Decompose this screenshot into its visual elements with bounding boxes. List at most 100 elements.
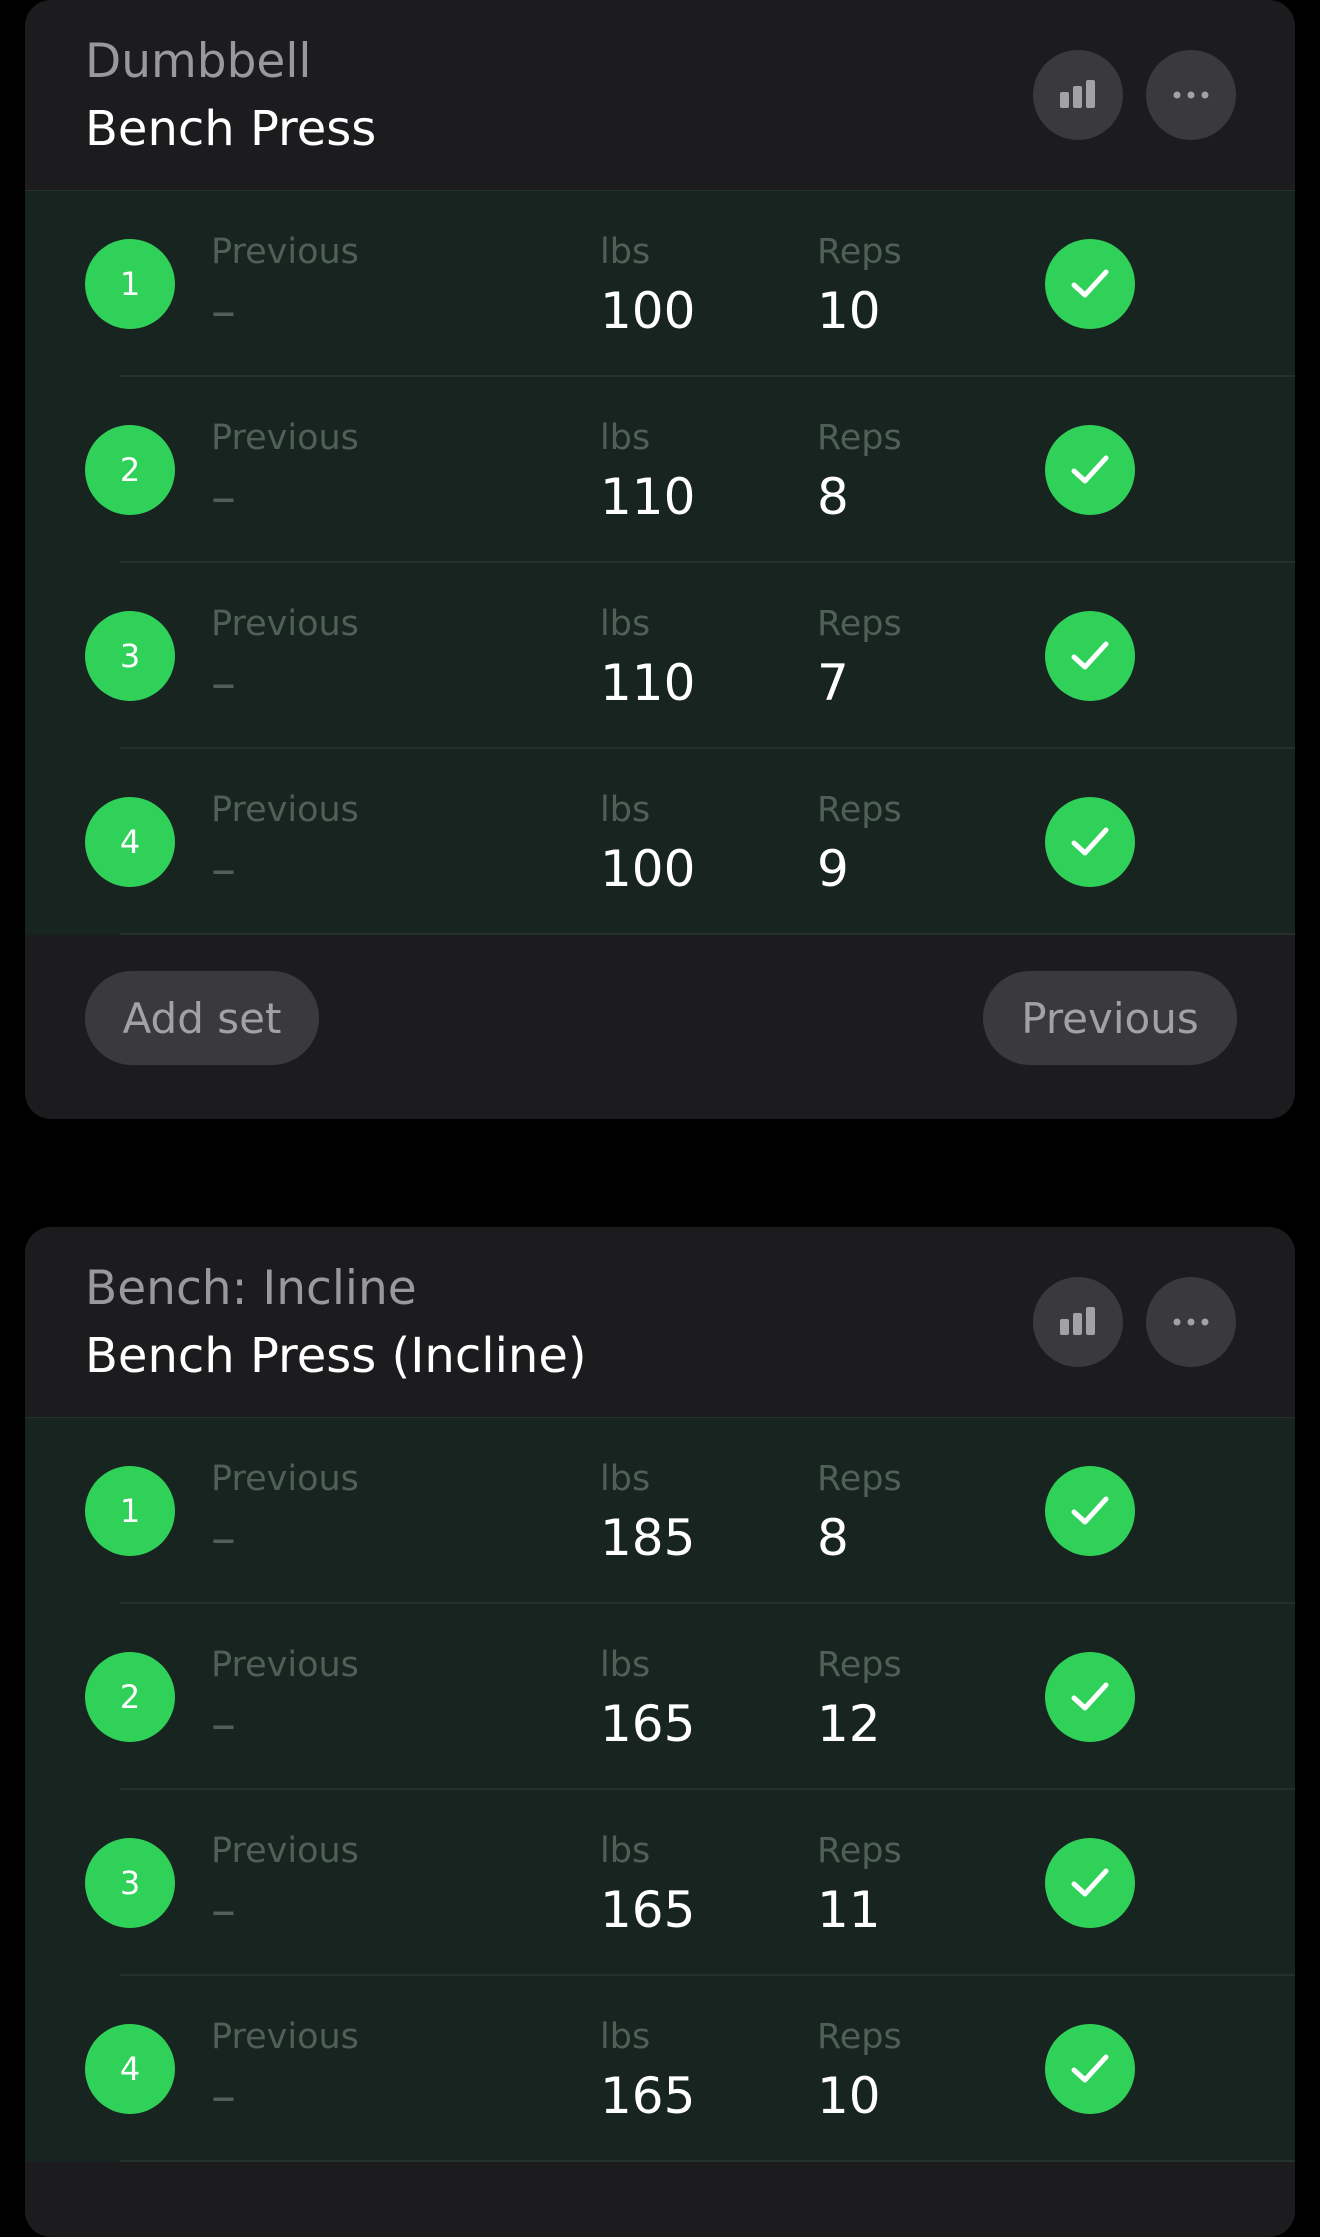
reps-label: Reps xyxy=(817,232,902,272)
previous-label: Previous xyxy=(211,232,359,272)
previous-value[interactable]: – xyxy=(211,1508,236,1568)
previous-label: Previous xyxy=(211,604,359,644)
reps-label: Reps xyxy=(817,418,902,458)
reps-value[interactable]: 12 xyxy=(817,1694,881,1754)
checkmark-icon xyxy=(1071,269,1109,298)
checkmark-icon xyxy=(1071,827,1109,856)
weight-value[interactable]: 165 xyxy=(600,1694,695,1754)
previous-value[interactable]: – xyxy=(211,281,236,341)
reps-label: Reps xyxy=(817,604,902,644)
exercise-category: Dumbbell xyxy=(85,34,312,89)
complete-set-button[interactable] xyxy=(1045,2024,1135,2114)
exercise-header: Bench: Incline Bench Press (Incline) xyxy=(25,1227,1295,1417)
checkmark-icon xyxy=(1071,455,1109,484)
set-number-badge[interactable]: 3 xyxy=(85,611,175,701)
previous-value[interactable]: – xyxy=(211,839,236,899)
checkmark-icon xyxy=(1071,2054,1109,2083)
bar-chart-icon xyxy=(1060,80,1095,108)
weight-label: lbs xyxy=(600,1459,651,1499)
set-number-badge[interactable]: 2 xyxy=(85,425,175,515)
set-row: 4 Previous – lbs 165 Reps 10 xyxy=(25,1976,1295,2162)
exercise-card: Dumbbell Bench Press 1 Previous – lbs 10… xyxy=(25,0,1295,1119)
weight-value[interactable]: 185 xyxy=(600,1508,695,1568)
stats-button[interactable] xyxy=(1033,50,1123,140)
weight-value[interactable]: 165 xyxy=(600,1880,695,1940)
set-number-badge[interactable]: 1 xyxy=(85,1466,175,1556)
weight-value[interactable]: 165 xyxy=(600,2066,695,2126)
ellipsis-icon xyxy=(1173,1318,1209,1326)
reps-value[interactable]: 9 xyxy=(817,839,849,899)
exercise-title[interactable]: Bench Press xyxy=(85,100,376,158)
previous-button[interactable]: Previous xyxy=(983,971,1237,1065)
reps-value[interactable]: 10 xyxy=(817,2066,881,2126)
complete-set-button[interactable] xyxy=(1045,797,1135,887)
weight-value[interactable]: 100 xyxy=(600,281,695,341)
exercise-header: Dumbbell Bench Press xyxy=(25,0,1295,190)
previous-label: Previous xyxy=(211,1831,359,1871)
previous-value[interactable]: – xyxy=(211,1694,236,1754)
reps-value[interactable]: 10 xyxy=(817,281,881,341)
reps-value[interactable]: 11 xyxy=(817,1880,881,1940)
set-row: 3 Previous – lbs 165 Reps 11 xyxy=(25,1790,1295,1976)
checkmark-icon xyxy=(1071,1682,1109,1711)
complete-set-button[interactable] xyxy=(1045,1466,1135,1556)
previous-label: Previous xyxy=(211,418,359,458)
complete-set-button[interactable] xyxy=(1045,611,1135,701)
weight-label: lbs xyxy=(600,2017,651,2057)
set-number-badge[interactable]: 4 xyxy=(85,797,175,887)
stats-button[interactable] xyxy=(1033,1277,1123,1367)
ellipsis-icon xyxy=(1173,91,1209,99)
more-button[interactable] xyxy=(1146,1277,1236,1367)
weight-label: lbs xyxy=(600,604,651,644)
complete-set-button[interactable] xyxy=(1045,1652,1135,1742)
weight-value[interactable]: 110 xyxy=(600,467,695,527)
reps-label: Reps xyxy=(817,1645,902,1685)
complete-set-button[interactable] xyxy=(1045,425,1135,515)
set-number-badge[interactable]: 1 xyxy=(85,239,175,329)
reps-label: Reps xyxy=(817,2017,902,2057)
weight-label: lbs xyxy=(600,790,651,830)
add-set-button[interactable]: Add set xyxy=(85,971,319,1065)
weight-label: lbs xyxy=(600,232,651,272)
exercise-title[interactable]: Bench Press (Incline) xyxy=(85,1327,587,1385)
set-row: 2 Previous – lbs 110 Reps 8 xyxy=(25,377,1295,563)
previous-value[interactable]: – xyxy=(211,1880,236,1940)
reps-value[interactable]: 8 xyxy=(817,1508,849,1568)
set-number-badge[interactable]: 2 xyxy=(85,1652,175,1742)
reps-value[interactable]: 7 xyxy=(817,653,849,713)
previous-label: Previous xyxy=(211,1645,359,1685)
weight-label: lbs xyxy=(600,418,651,458)
set-row: 1 Previous – lbs 185 Reps 8 xyxy=(25,1418,1295,1604)
previous-label: Previous xyxy=(211,1459,359,1499)
more-button[interactable] xyxy=(1146,50,1236,140)
reps-value[interactable]: 8 xyxy=(817,467,849,527)
checkmark-icon xyxy=(1071,641,1109,670)
previous-value[interactable]: – xyxy=(211,467,236,527)
exercise-card: Bench: Incline Bench Press (Incline) 1 P… xyxy=(25,1227,1295,2237)
complete-set-button[interactable] xyxy=(1045,1838,1135,1928)
sets-list: 1 Previous – lbs 100 Reps 10 2 Previous … xyxy=(25,190,1295,935)
complete-set-button[interactable] xyxy=(1045,239,1135,329)
set-number-badge[interactable]: 3 xyxy=(85,1838,175,1928)
checkmark-icon xyxy=(1071,1868,1109,1897)
bar-chart-icon xyxy=(1060,1307,1095,1335)
weight-value[interactable]: 110 xyxy=(600,653,695,713)
exercise-footer: Add set Previous xyxy=(25,935,1295,1115)
previous-label: Previous xyxy=(211,790,359,830)
set-row: 4 Previous – lbs 100 Reps 9 xyxy=(25,749,1295,935)
weight-value[interactable]: 100 xyxy=(600,839,695,899)
reps-label: Reps xyxy=(817,1831,902,1871)
weight-label: lbs xyxy=(600,1831,651,1871)
previous-value[interactable]: – xyxy=(211,653,236,713)
previous-label: Previous xyxy=(211,2017,359,2057)
reps-label: Reps xyxy=(817,790,902,830)
checkmark-icon xyxy=(1071,1496,1109,1525)
exercise-category: Bench: Incline xyxy=(85,1261,417,1316)
set-row: 2 Previous – lbs 165 Reps 12 xyxy=(25,1604,1295,1790)
set-number-badge[interactable]: 4 xyxy=(85,2024,175,2114)
set-row: 1 Previous – lbs 100 Reps 10 xyxy=(25,191,1295,377)
previous-value[interactable]: – xyxy=(211,2066,236,2126)
weight-label: lbs xyxy=(600,1645,651,1685)
set-row: 3 Previous – lbs 110 Reps 7 xyxy=(25,563,1295,749)
sets-list: 1 Previous – lbs 185 Reps 8 2 Previous –… xyxy=(25,1417,1295,2162)
